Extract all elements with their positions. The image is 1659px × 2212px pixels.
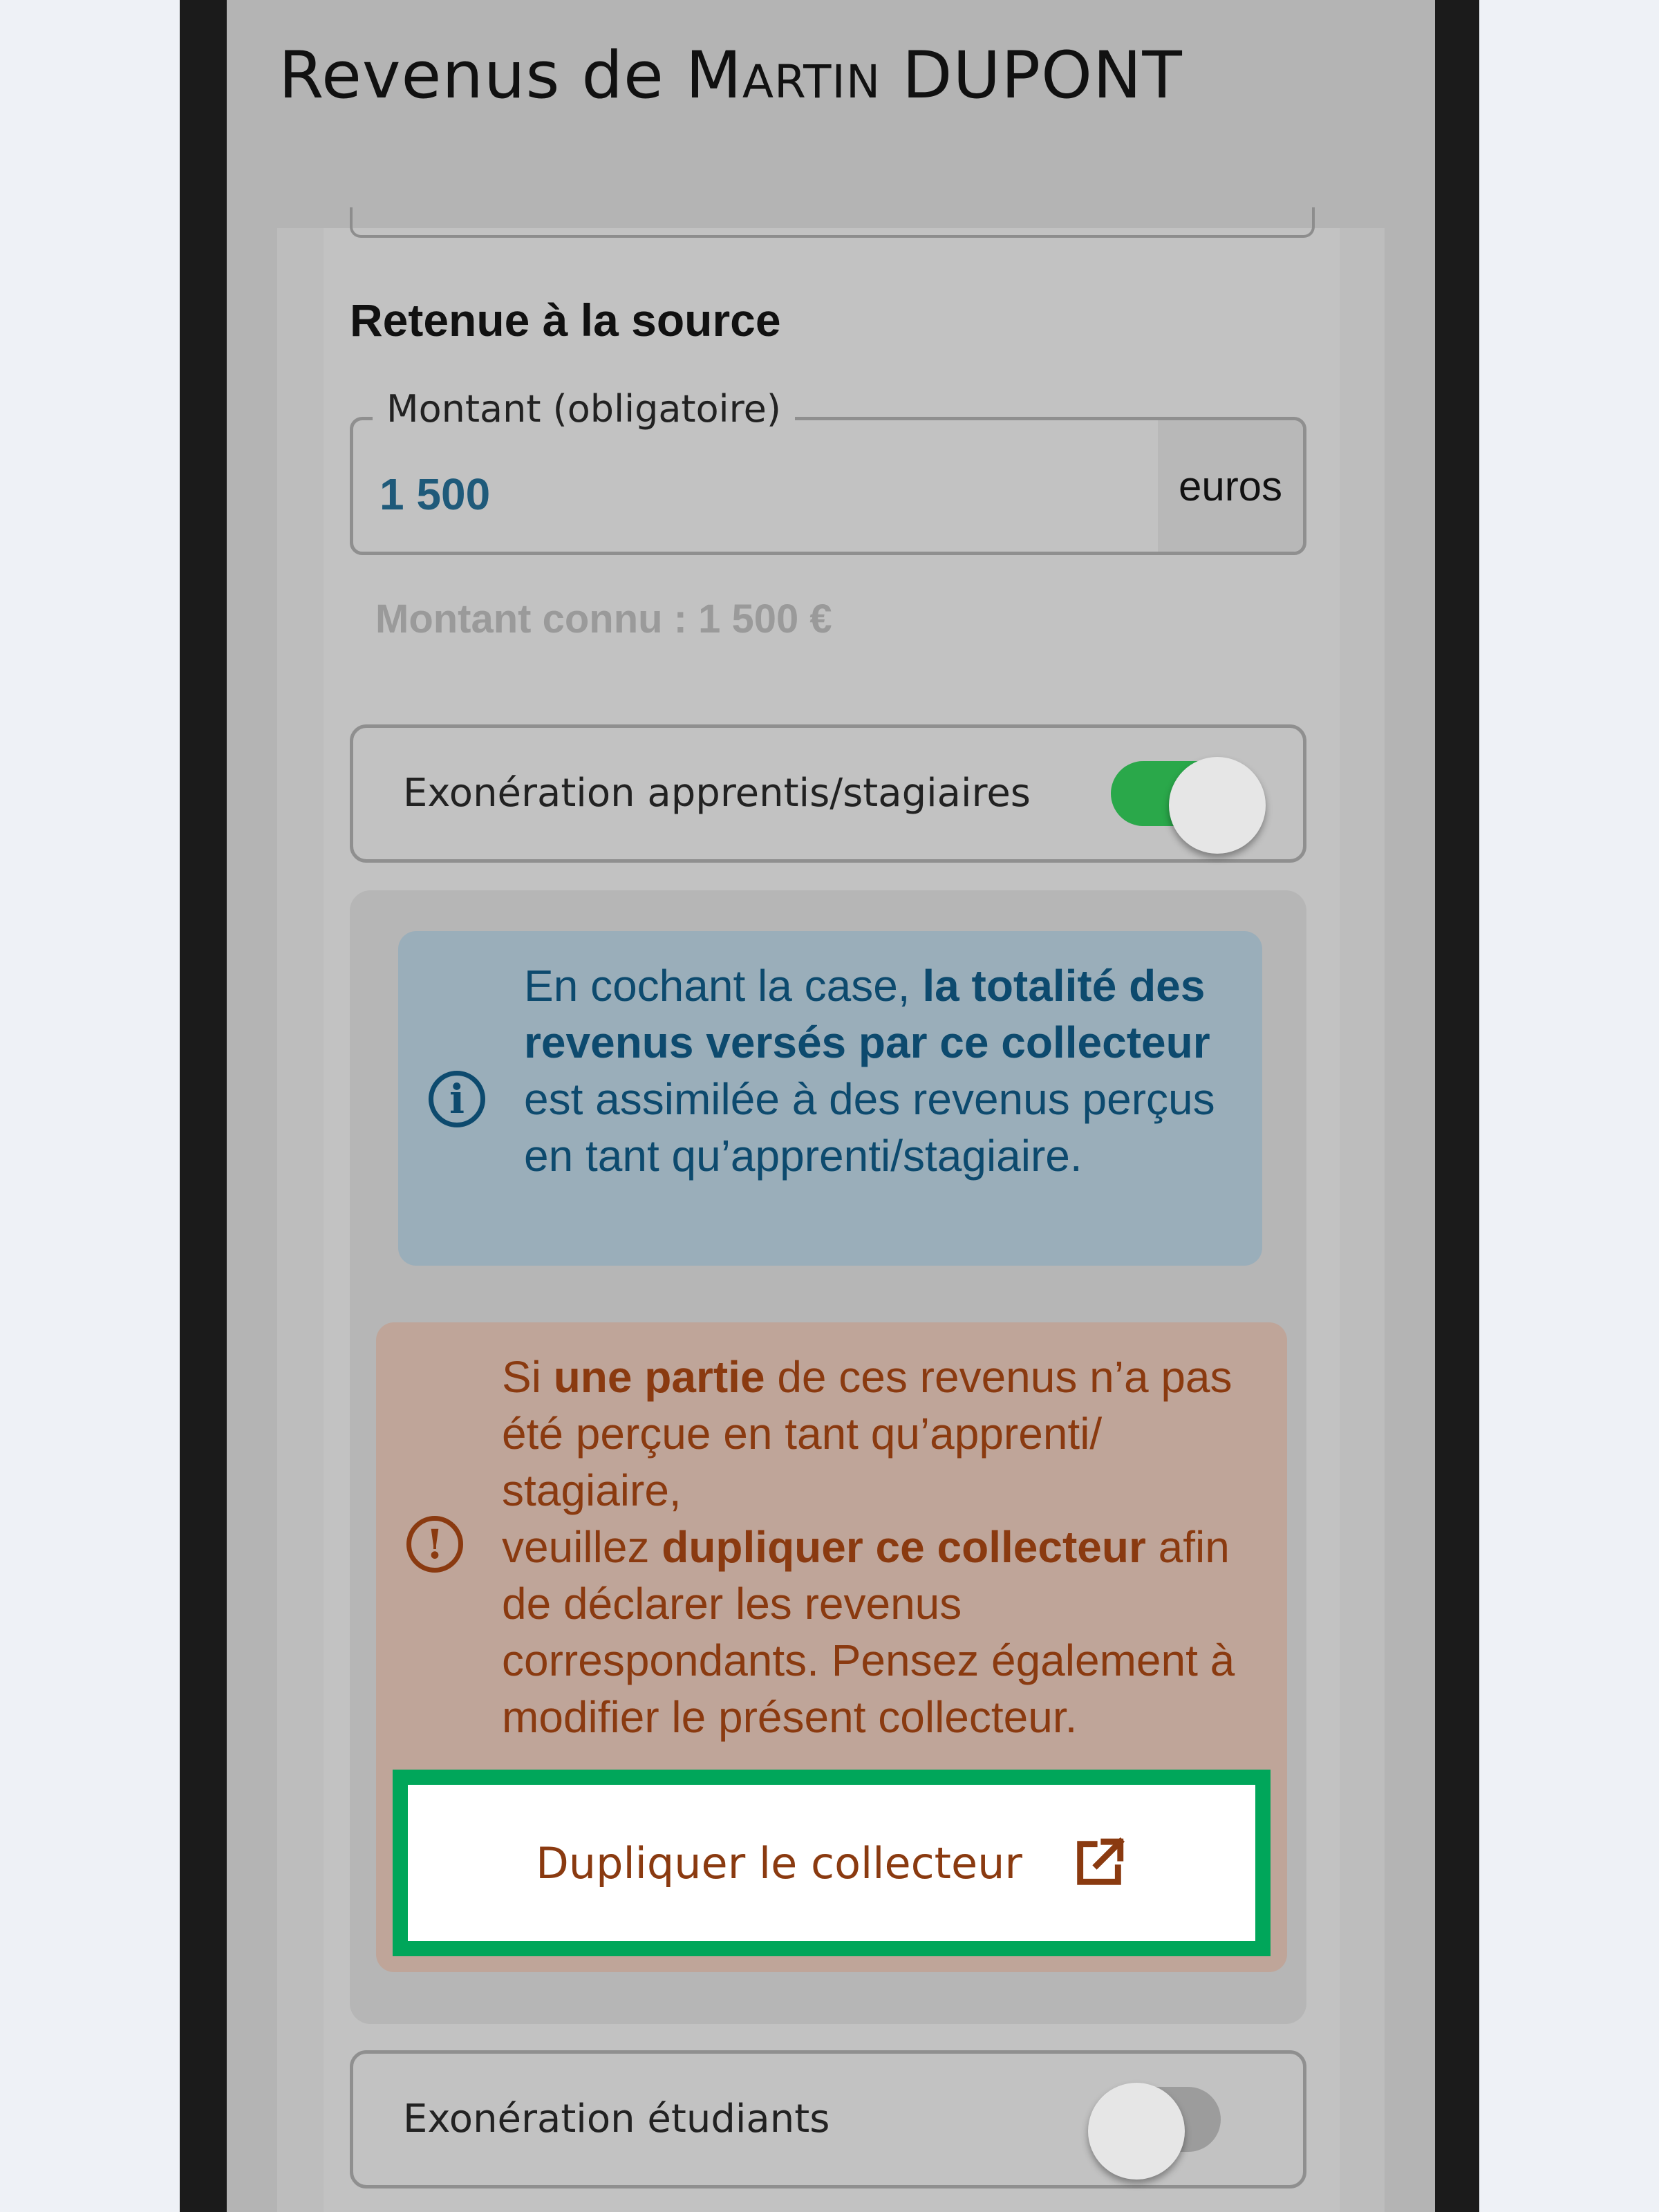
toggle-label-etudiants: Exonération étudiants	[403, 2097, 830, 2141]
amount-input[interactable]	[379, 469, 1154, 520]
toggle-row-etudiants[interactable]: Exonération étudiants	[350, 2050, 1306, 2188]
info-text: En cochant la case, la totalité des reve…	[524, 957, 1243, 1184]
toggle-etudiants-switch[interactable]	[1088, 2083, 1221, 2180]
toggle-label-apprentis: Exonération apprentis/stagiaires	[403, 771, 1031, 816]
toggle-knob	[1088, 2083, 1185, 2180]
known-amount-hint: Montant connu : 1 500 €	[375, 597, 832, 641]
warning-text-bold: une partie	[553, 1352, 765, 1402]
warning-text-part: veuillez	[502, 1522, 662, 1572]
duplicate-collector-button[interactable]: Dupliquer le collecteur	[408, 1785, 1255, 1941]
exclamation-icon: !	[406, 1516, 463, 1573]
user-first-name: Martin	[685, 38, 881, 113]
info-text-part: est assimilée à des revenus perçus en ta…	[524, 1074, 1215, 1181]
toggle-knob	[1169, 757, 1266, 854]
toggle-apprentis-switch[interactable]	[1111, 757, 1266, 854]
previous-field-edge	[350, 207, 1315, 238]
user-last-name: DUPONT	[902, 38, 1183, 113]
amount-unit: euros	[1158, 420, 1303, 552]
app-screen: Revenus de Martin DUPONT Retenue à la so…	[227, 0, 1435, 2212]
info-text-part: En cochant la case,	[524, 961, 923, 1011]
warning-text: Si une partie de ces revenus n’a pas été…	[502, 1349, 1276, 1745]
info-message: i En cochant la case, la totalité des re…	[398, 931, 1262, 1266]
toggle-row-apprentis[interactable]: Exonération apprentis/stagiaires	[350, 724, 1306, 863]
external-link-icon	[1077, 1837, 1125, 1885]
duplicate-button-highlight: Dupliquer le collecteur	[393, 1770, 1271, 1956]
amount-label: Montant (obligatoire)	[373, 387, 795, 431]
page-title-prefix: Revenus de	[279, 38, 686, 113]
amount-field: Montant (obligatoire) euros	[350, 387, 1306, 555]
warning-text-bold: dupliquer ce collecteur	[662, 1522, 1146, 1572]
section-title: Retenue à la source	[350, 294, 781, 346]
info-icon: i	[429, 1071, 485, 1127]
duplicate-button-label: Dupliquer le collecteur	[536, 1837, 1022, 1888]
page-title: Revenus de Martin DUPONT	[279, 38, 1183, 113]
warning-text-part: Si	[502, 1352, 554, 1402]
